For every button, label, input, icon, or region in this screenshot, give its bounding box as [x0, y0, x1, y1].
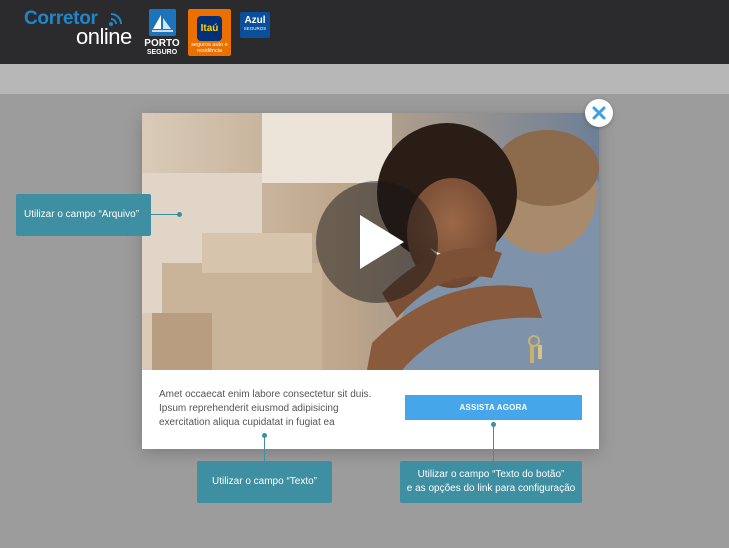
azul-sub: SEGUROS	[243, 26, 267, 31]
porto-name: PORTO	[144, 38, 180, 49]
azul-name: Azul	[244, 15, 266, 26]
modal-close-button[interactable]	[585, 99, 613, 127]
porto-sub: SEGURO	[146, 49, 178, 56]
video-modal: Amet occaecat enim labore consectetur si…	[142, 113, 599, 449]
annotation-text-dot	[262, 433, 267, 438]
annotation-text-connector	[264, 436, 265, 461]
annotation-button-line1: Utilizar o campo “Texto do botão”	[417, 469, 565, 480]
top-header: Corretor online PORTO SEGURO Itaú seguro…	[0, 0, 729, 64]
annotation-file-connector	[151, 214, 179, 215]
itau-badge: Itaú	[197, 16, 222, 41]
porto-seguro-logo: PORTO SEGURO	[144, 9, 180, 57]
porto-seguro-mark-icon	[149, 9, 176, 36]
annotation-button-dot	[491, 422, 496, 427]
brand-line2: online	[76, 24, 132, 49]
sub-navigation-bar	[0, 64, 729, 94]
annotation-button-line2: e as opções do link para configuração	[406, 483, 576, 494]
annotation-file-field: Utilizar o campo “Arquivo”	[16, 194, 151, 236]
play-icon	[360, 215, 404, 269]
corretor-online-logo[interactable]: Corretor online	[24, 8, 140, 49]
azul-seguros-logo: Azul SEGUROS	[240, 12, 270, 38]
annotation-button-field: Utilizar o campo “Texto do botão” e as o…	[400, 461, 582, 503]
modal-description: Amet occaecat enim labore consectetur si…	[159, 389, 372, 428]
close-icon	[592, 106, 606, 120]
video-thumbnail[interactable]	[142, 113, 599, 370]
annotation-file-dot	[177, 212, 182, 217]
itau-seguros-logo: Itaú seguros auto e residência	[188, 9, 231, 56]
itau-sub: seguros auto e residência	[191, 42, 228, 54]
annotation-text-field: Utilizar o campo “Texto”	[197, 461, 332, 503]
annotation-button-connector	[493, 426, 494, 461]
watch-now-button[interactable]: ASSISTA AGORA	[405, 395, 582, 420]
play-button[interactable]	[316, 181, 438, 303]
